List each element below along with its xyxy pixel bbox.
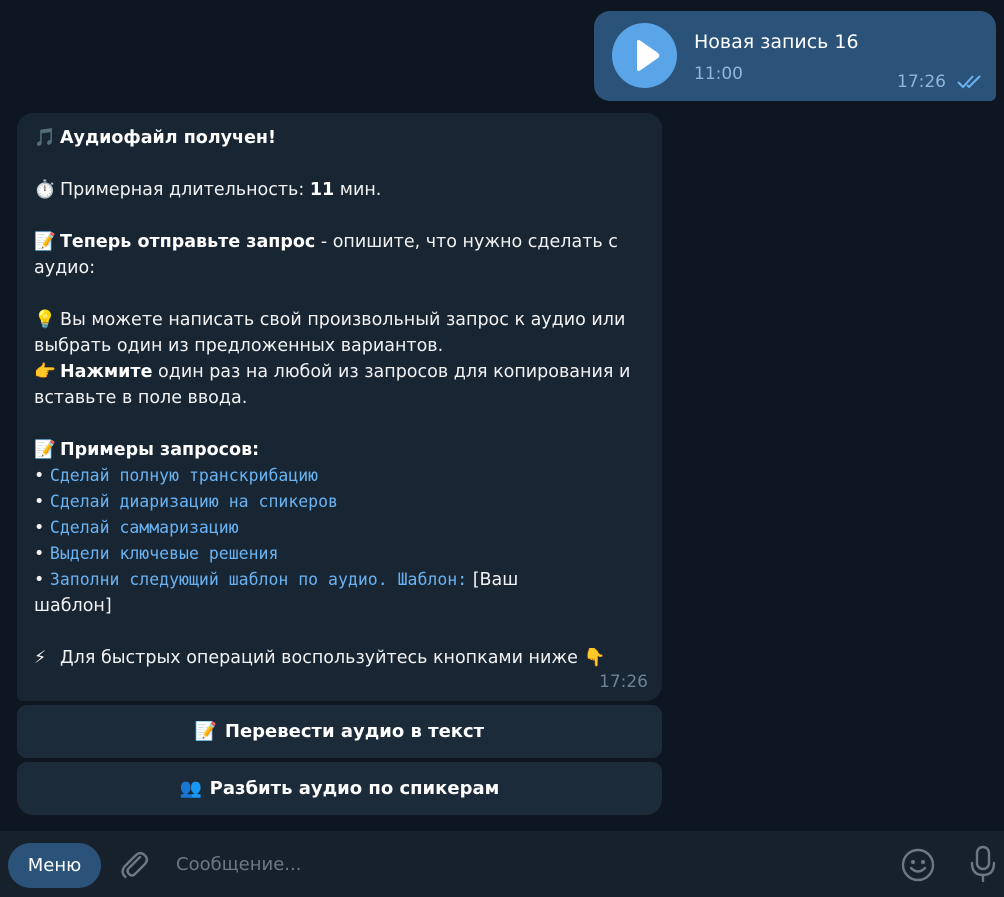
examples-title: 📝 Примеры запросов: [34,437,646,463]
template-line-2: шаблон] [34,596,112,616]
music-note-icon: 🎵 [34,128,56,148]
message-composer: Меню [0,831,1004,897]
memo-icon: 📝 [34,232,56,252]
example-item: • Заполни следующий шаблон по аудио. Шаб… [34,570,519,590]
press-line-2: вставьте в поле ввода. [34,388,248,408]
example-item: • Сделай полную транскрибацию [34,466,319,486]
diarize-button[interactable]: 👥 Разбить аудио по спикерам [17,762,662,815]
hint-line: 💡 Вы можете написать свой произвольный за… [34,307,646,333]
example-item: • Выдели ключевые решения [34,544,279,564]
example-request[interactable]: Сделай саммаризацию [50,518,239,537]
duration-line: ⏱️ Примерная длительность: 11 мин. [34,177,646,203]
quick-ops-line: ⚡ Для быстрых операций воспользуйтесь кно… [34,645,646,671]
transcribe-button[interactable]: 📝 Перевести аудио в текст [17,705,662,758]
example-item: • Сделай саммаризацию [34,518,239,538]
lightning-icon: ⚡ [34,648,47,668]
emoji-icon[interactable] [900,847,936,883]
voice-duration: 11:00 [694,64,743,84]
example-item: • Сделай диаризацию на спикеров [34,492,338,512]
paperclip-icon[interactable] [118,848,152,882]
voice-title: Новая запись 16 [694,31,859,53]
message-time: 17:26 [897,72,946,92]
bulb-icon: 💡 [34,310,56,330]
message-input[interactable] [176,849,876,879]
play-button[interactable] [612,23,677,88]
memo-icon: 📝 [194,721,218,742]
request-line: 📝 Теперь отправьте запрос - опишите, что … [34,229,646,255]
microphone-icon[interactable] [968,845,998,883]
memo-icon: 📝 [34,440,56,460]
stopwatch-icon: ⏱️ [34,180,56,200]
menu-button[interactable]: Меню [8,843,101,888]
chat-area: Новая запись 16 11:00 17:26 🎵 Аудиофайл п… [0,0,1004,831]
incoming-message: 🎵 Аудиофайл получен! ⏱️ Примерная длительн… [17,113,662,701]
message-header: 🎵 Аудиофайл получен! [34,125,646,151]
request-line-2: аудио: [34,258,96,278]
example-request[interactable]: Сделай диаризацию на спикеров [50,492,338,511]
people-icon: 👥 [179,778,203,799]
double-check-icon [957,75,981,89]
play-icon [637,40,660,71]
example-request[interactable]: Выдели ключевые решения [50,544,278,563]
press-line: 👉 Нажмите один раз на любой из запросов д… [34,359,646,385]
outgoing-voice-message[interactable]: Новая запись 16 11:00 17:26 [594,11,996,101]
hint-line-2: выбрать один из предложенных вариантов. [34,336,444,356]
example-request[interactable]: Заполни следующий шаблон по аудио. Шабло… [50,570,467,589]
point-right-icon: 👉 [34,362,56,382]
message-time: 17:26 [599,672,648,692]
point-down-icon: 👇 [583,648,606,668]
example-request[interactable]: Сделай полную транскрибацию [50,466,318,485]
